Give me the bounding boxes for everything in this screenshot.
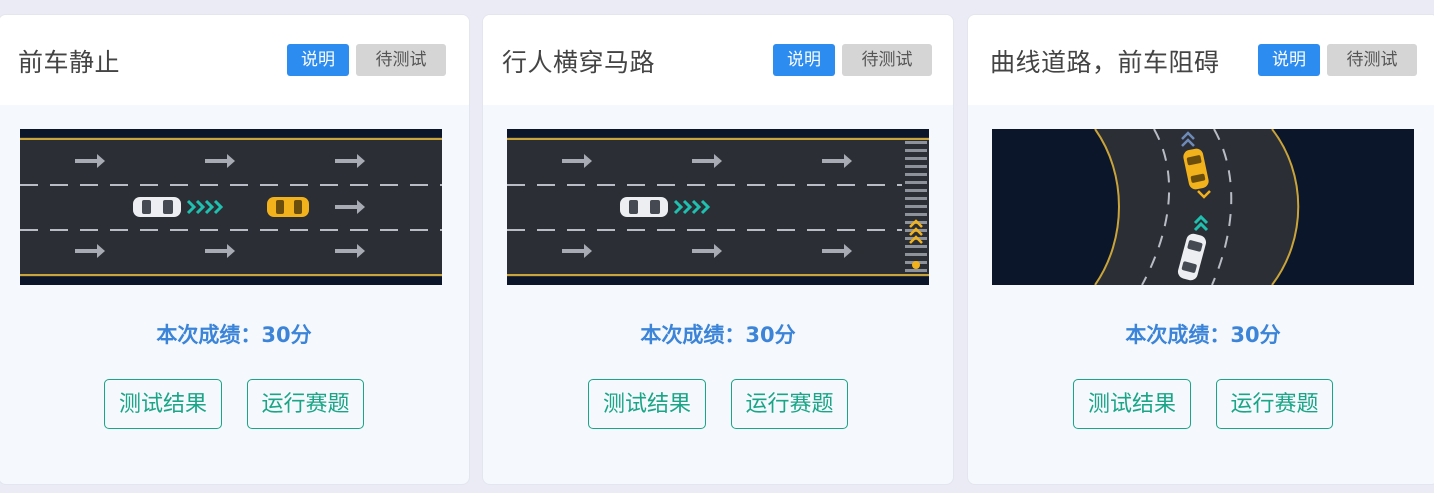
status-badge: 待测试	[1327, 44, 1417, 76]
score-text: 本次成绩：30分	[483, 319, 953, 349]
card-header: 行人横穿马路 说明 待测试	[483, 15, 953, 105]
score-value: 30分	[261, 323, 312, 347]
card-title: 曲线道路，前车阻碍	[990, 48, 1220, 77]
scenario-card: 前车静止 说明 待测试 本次成绩：30分 测试结果 运行赛题	[0, 14, 470, 485]
yellow-car-icon	[267, 197, 309, 217]
scenario-illustration	[992, 129, 1414, 285]
run-scenario-button[interactable]: 运行赛题	[247, 379, 364, 429]
white-car-icon	[620, 197, 668, 217]
score-value: 30分	[1230, 323, 1281, 347]
pedestrian-icon	[912, 261, 920, 269]
run-scenario-button[interactable]: 运行赛题	[731, 379, 848, 429]
card-header: 曲线道路，前车阻碍 说明 待测试	[968, 15, 1434, 105]
score-value: 30分	[745, 323, 796, 347]
card-title: 前车静止	[18, 48, 121, 77]
white-car-icon	[133, 197, 181, 217]
status-badge: 待测试	[842, 44, 932, 76]
description-button[interactable]: 说明	[1258, 44, 1320, 76]
description-button[interactable]: 说明	[287, 44, 349, 76]
scenario-card: 行人横穿马路 说明 待测试 本次成绩：30分 测试结果 运行赛题	[482, 14, 954, 485]
card-header: 前车静止 说明 待测试	[0, 15, 469, 105]
status-badge: 待测试	[356, 44, 446, 76]
test-result-button[interactable]: 测试结果	[588, 379, 706, 429]
score-text: 本次成绩：30分	[0, 319, 469, 349]
run-scenario-button[interactable]: 运行赛题	[1216, 379, 1333, 429]
description-button[interactable]: 说明	[773, 44, 835, 76]
score-label: 本次成绩：	[640, 323, 746, 347]
scenario-card: 曲线道路，前车阻碍 说明 待测试 本次成绩：30分 测试结果 运行赛题	[967, 14, 1434, 485]
scenario-illustration	[507, 129, 929, 285]
score-label: 本次成绩：	[156, 323, 262, 347]
score-label: 本次成绩：	[1125, 323, 1231, 347]
score-text: 本次成绩：30分	[968, 319, 1434, 349]
test-result-button[interactable]: 测试结果	[104, 379, 222, 429]
test-result-button[interactable]: 测试结果	[1073, 379, 1191, 429]
scenario-illustration	[20, 129, 442, 285]
card-title: 行人横穿马路	[502, 48, 656, 77]
